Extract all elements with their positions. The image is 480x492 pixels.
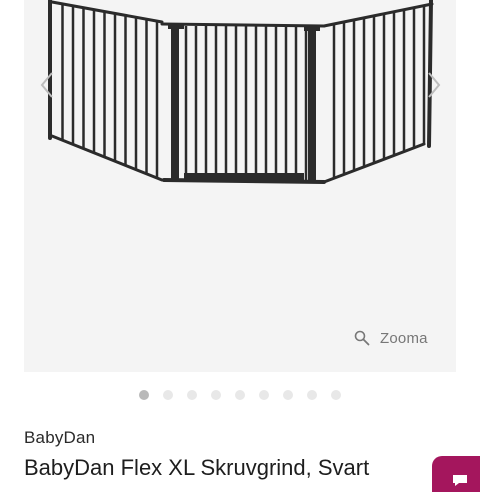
pagination-dot[interactable] [235,390,245,400]
product-title: BabyDan Flex XL Skruvgrind, Svart [24,455,370,480]
pagination-dot[interactable] [259,390,269,400]
pagination-dot[interactable] [139,390,149,400]
pagination-dot[interactable] [187,390,197,400]
image-pagination [0,390,480,400]
previous-image-button[interactable] [32,68,62,102]
pagination-dot[interactable] [283,390,293,400]
magnifier-icon [354,330,370,346]
product-brand[interactable]: BabyDan [24,428,95,448]
chevron-left-icon [40,72,53,98]
next-image-button[interactable] [419,68,449,102]
product-gallery[interactable]: Zooma [24,0,456,372]
pagination-dot[interactable] [163,390,173,400]
pagination-dot[interactable] [331,390,341,400]
product-image[interactable] [24,0,456,200]
zoom-label: Zooma [380,329,428,347]
chat-icon [453,475,467,486]
chat-button[interactable] [432,456,480,492]
pagination-dot[interactable] [211,390,221,400]
zoom-button[interactable]: Zooma [354,326,428,350]
chevron-right-icon [428,72,441,98]
pagination-dot[interactable] [307,390,317,400]
